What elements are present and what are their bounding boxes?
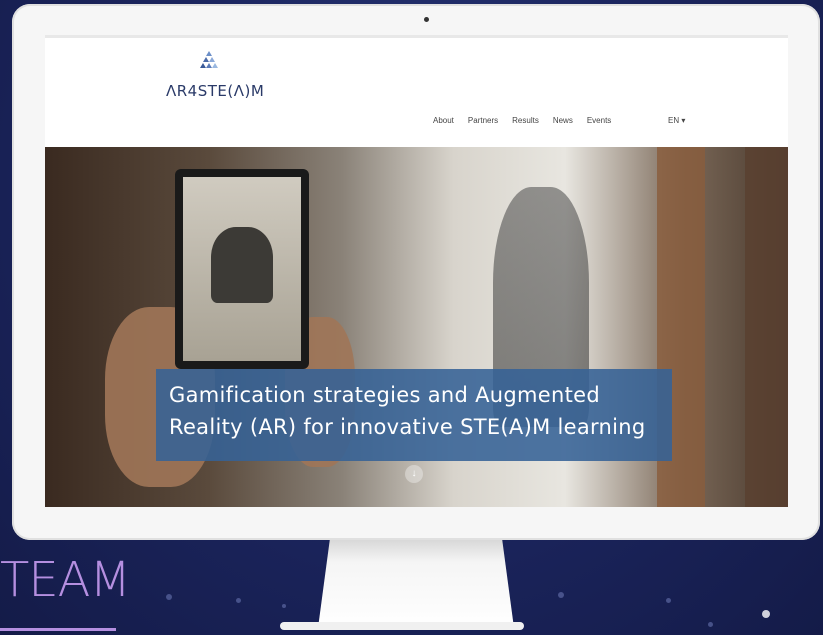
site-header: ΛR4STE(Λ)M About Partners Results News E… (45, 35, 788, 150)
nav-item-results[interactable]: Results (512, 116, 539, 125)
bg-dot (666, 598, 671, 603)
hero-banner: Gamification strategies and Augmented Re… (45, 147, 788, 507)
camera-icon (424, 17, 429, 22)
hero-caption: Gamification strategies and Augmented Re… (156, 369, 672, 461)
bg-dot (282, 604, 286, 608)
monitor-stand-base (280, 622, 524, 630)
hero-caption-line2: Reality (AR) for innovative STE(A)M lear… (169, 415, 646, 439)
site-logo-text[interactable]: ΛR4STE(Λ)M (166, 82, 264, 100)
background-team-underline (0, 628, 116, 631)
hero-caption-line1: Gamification strategies and Augmented (169, 383, 600, 407)
bg-dot (236, 598, 241, 603)
bg-dot (708, 622, 713, 627)
hero-tablet-portrait (211, 227, 273, 303)
bg-dot (166, 594, 172, 600)
nav-item-partners[interactable]: Partners (468, 116, 498, 125)
hero-tablet (175, 169, 309, 369)
arrow-down-icon[interactable]: ↓ (405, 465, 423, 483)
language-selector[interactable]: EN ▾ (668, 116, 685, 125)
nav-item-news[interactable]: News (553, 116, 573, 125)
hero-background-pillar (745, 147, 788, 507)
hero-tablet-screen (183, 177, 301, 361)
bg-dot (558, 592, 564, 598)
website-screen: ΛR4STE(Λ)M About Partners Results News E… (45, 35, 788, 507)
logo-triangles-icon (200, 51, 218, 68)
nav-item-events[interactable]: Events (587, 116, 611, 125)
bg-dot (762, 610, 770, 618)
nav-item-about[interactable]: About (433, 116, 454, 125)
monitor-stand (318, 540, 514, 628)
main-nav: About Partners Results News Events (433, 116, 611, 125)
background-team-text: TEAM (0, 552, 131, 608)
